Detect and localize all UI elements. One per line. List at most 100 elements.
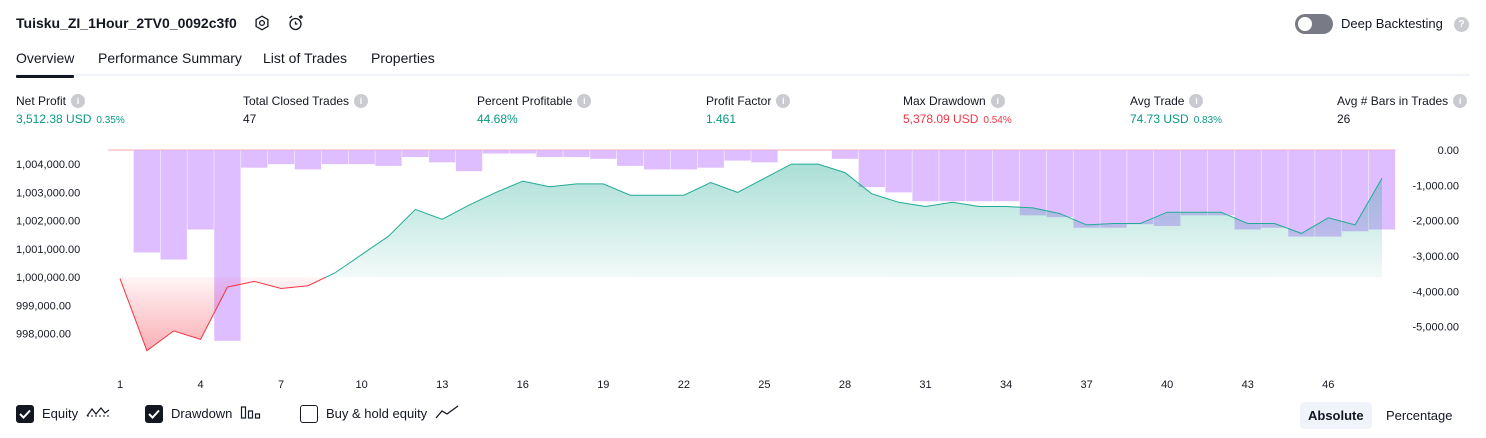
drawdown-bar [697, 150, 724, 168]
legend-drawdown-label: Drawdown [171, 406, 233, 421]
drawdown-bar [1180, 150, 1208, 216]
right-axis-tick: -2,000.00 [1413, 216, 1459, 228]
x-axis-tick: 10 [356, 379, 368, 391]
drawdown-bar [267, 150, 295, 165]
strategy-title: Tuisku_ZI_1Hour_2TV0_0092c3f0 [16, 15, 237, 31]
drawdown-bar [616, 150, 644, 166]
drawdown-bar [1046, 150, 1073, 218]
tab-performance-summary[interactable]: Performance Summary [98, 50, 242, 76]
info-icon[interactable]: i [776, 93, 791, 108]
drawdown-bar [1100, 150, 1127, 228]
stat-value: 3,512.38 USD [16, 112, 92, 126]
tab-overview[interactable]: Overview [16, 50, 75, 78]
drawdown-bar [858, 150, 886, 188]
drawdown-bar [375, 150, 402, 166]
equity-checkbox[interactable] [16, 404, 34, 423]
drawdown-bar [563, 150, 590, 158]
buy-hold-checkbox[interactable] [300, 404, 318, 423]
left-axis-tick: 1,004,000.00 [16, 159, 80, 171]
drawdown-bar [1261, 150, 1288, 228]
info-icon[interactable]: i [1189, 93, 1204, 108]
chart-legend: Equity Drawdown Buy & hold equity Absolu… [0, 402, 1486, 430]
drawdown-bar [133, 150, 161, 253]
drawdown-bar [992, 150, 1020, 202]
x-axis-tick: 40 [1161, 379, 1173, 391]
left-axis-tick: 1,000,000.00 [16, 272, 80, 284]
stat-value: 74.73 USD [1130, 112, 1189, 126]
deep-backtesting-toggle[interactable] [1295, 14, 1333, 34]
x-axis-tick: 37 [1081, 379, 1093, 391]
x-axis-tick: 1 [117, 379, 123, 391]
stat-label: Net Profit [16, 93, 67, 108]
x-axis-tick: 4 [197, 379, 203, 391]
info-icon[interactable]: i [71, 93, 86, 108]
stat-percent: 0.54% [983, 115, 1012, 126]
drawdown-bar [643, 150, 671, 170]
add-alert-icon[interactable] [285, 12, 307, 34]
info-icon[interactable]: i [990, 93, 1005, 108]
left-axis-tick: 998,000.00 [16, 329, 71, 341]
x-axis-tick: 25 [758, 379, 770, 391]
drawdown-bar [536, 150, 563, 158]
x-axis-tick: 43 [1242, 379, 1254, 391]
legend-equity[interactable]: Equity [16, 404, 110, 423]
tab-properties[interactable]: Properties [371, 50, 435, 76]
left-axis-tick: 1,001,000.00 [16, 244, 80, 256]
x-axis-tick: 34 [1000, 379, 1012, 391]
x-axis-tick: 19 [597, 379, 609, 391]
drawdown-bar [1019, 150, 1047, 216]
drawdown-bar [160, 150, 187, 260]
stat-value: 1.461 [706, 112, 737, 126]
drawdown-bar [348, 150, 375, 165]
info-icon[interactable]: i [577, 93, 592, 108]
tab-list-of-trades[interactable]: List of Trades [263, 50, 347, 76]
legend-buy-hold[interactable]: Buy & hold equity [300, 404, 459, 423]
help-icon[interactable]: ? [1454, 17, 1469, 32]
stat-value: 26 [1337, 112, 1351, 126]
left-axis-tick: 999,000.00 [16, 300, 71, 312]
drawdown-bar [429, 150, 456, 163]
right-axis-tick: -1,000.00 [1413, 180, 1459, 192]
drawdown-bar [966, 150, 993, 202]
x-axis-tick: 31 [919, 379, 931, 391]
drawdown-bar [939, 150, 966, 202]
x-axis-tick: 46 [1322, 379, 1334, 391]
bar-chart-icon [240, 404, 262, 423]
info-icon[interactable]: i [1453, 93, 1468, 108]
drawdown-bar [885, 150, 912, 193]
equity-line-icon [86, 404, 110, 423]
stat-profit-factor: Profit Factor i 1.461 [706, 92, 791, 126]
drawdown-bar [402, 150, 429, 158]
strategy-header: Tuisku_ZI_1Hour_2TV0_0092c3f0 Deep Backt… [0, 0, 1486, 46]
info-icon[interactable]: i [354, 93, 369, 108]
drawdown-bar [912, 150, 939, 202]
settings-icon[interactable] [251, 12, 273, 34]
left-axis: 1,004,000.00 1,003,000.00 1,002,000.00 1,00… [16, 159, 80, 341]
stat-percent-profitable: Percent Profitable i 44.68% [477, 92, 592, 126]
stat-avg-bars-in-trades: Avg # Bars in Trades i 26 [1337, 92, 1468, 126]
drawdown-bar [670, 150, 698, 170]
stat-label: Avg # Bars in Trades [1337, 93, 1449, 108]
drawdown-checkbox[interactable] [145, 404, 163, 423]
legend-drawdown[interactable]: Drawdown [145, 404, 262, 423]
drawdown-bar [590, 150, 617, 159]
stat-percent: 0.83% [1193, 115, 1223, 126]
drawdown-bar [294, 150, 322, 170]
stat-label: Profit Factor [706, 93, 772, 108]
drawdown-bar [509, 150, 536, 154]
right-axis-tick: -5,000.00 [1413, 322, 1459, 334]
drawdown-bar [831, 150, 859, 159]
deep-backtesting-label: Deep Backtesting [1341, 16, 1443, 31]
percentage-button[interactable]: Percentage [1378, 402, 1461, 429]
drawdown-bar [482, 150, 510, 154]
absolute-button[interactable]: Absolute [1300, 402, 1372, 429]
stat-value: 47 [243, 112, 257, 126]
stat-label: Total Closed Trades [243, 93, 350, 108]
x-axis-tick: 13 [436, 379, 448, 391]
stat-max-drawdown: Max Drawdown i 5,378.09 USD 0.54% [903, 92, 1012, 126]
drawdown-bar [724, 150, 751, 161]
equity-drawdown-chart[interactable]: 1,004,000.00 1,003,000.00 1,002,000.00 1,00… [0, 140, 1486, 395]
right-axis-tick: 0.00 [1438, 145, 1459, 157]
stat-net-profit: Net Profit i 3,512.38 USD 0.35% [16, 92, 125, 126]
drawdown-bar [751, 150, 778, 163]
